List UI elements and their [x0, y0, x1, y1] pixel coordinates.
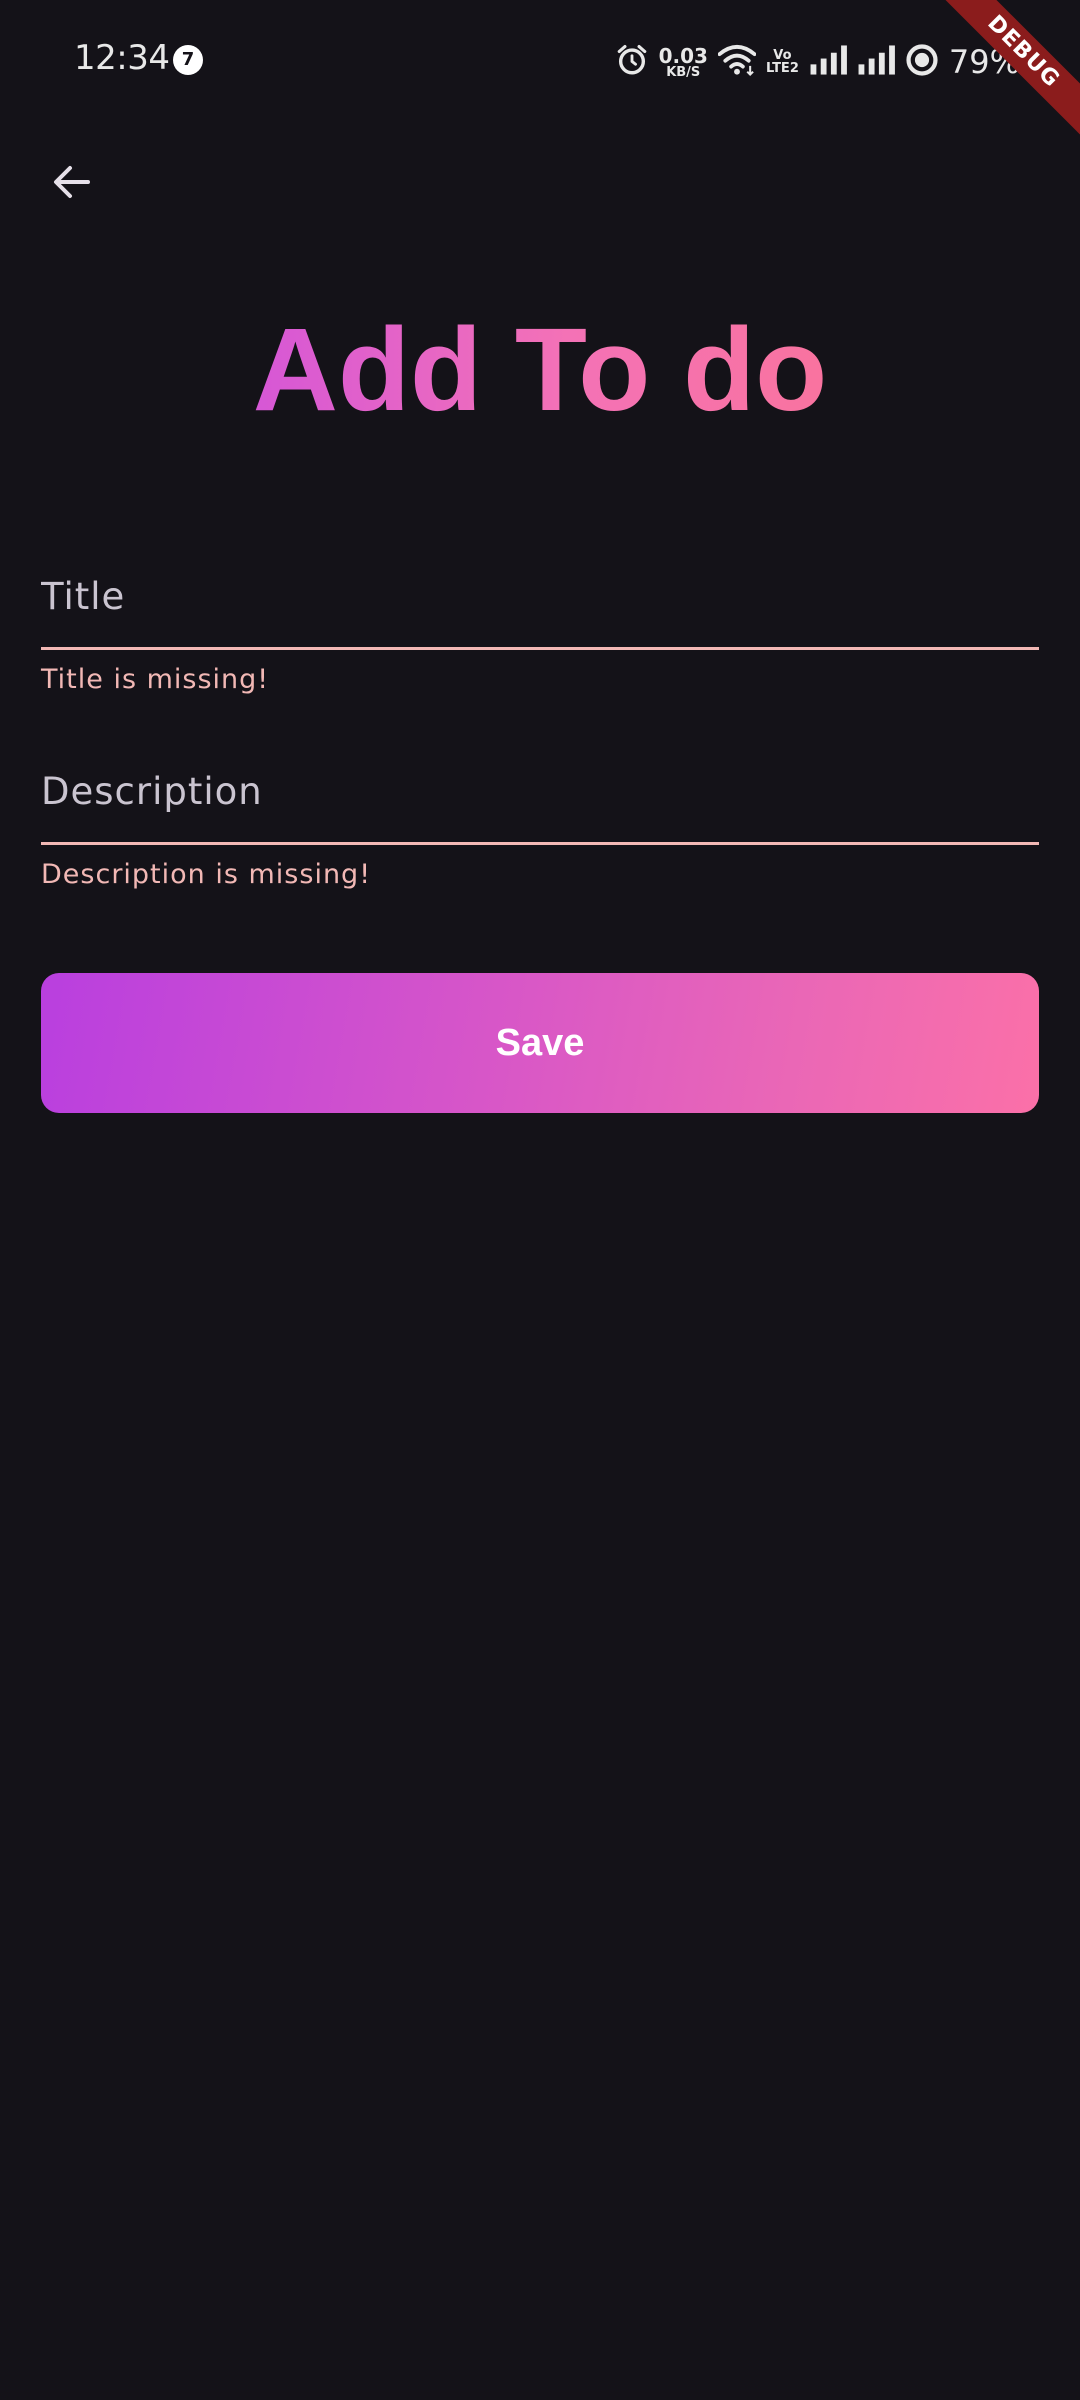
alarm-icon: [615, 43, 649, 82]
volte-bottom-text: LTE2: [765, 61, 799, 76]
description-field: Description is missing!: [41, 740, 1039, 890]
status-time: 12:34: [74, 38, 170, 78]
network-speed-unit: KB/S: [666, 64, 701, 80]
battery-icon: [905, 43, 939, 82]
wifi-icon: [717, 43, 757, 82]
page-title-text: Add To do: [252, 304, 828, 436]
description-error-text: Description is missing!: [41, 859, 372, 890]
status-icons: 0.03 KB/S Vo LTE2 79%: [615, 40, 1020, 84]
description-input[interactable]: [41, 740, 1039, 845]
notification-count-badge: 7: [173, 45, 203, 75]
page-title: Add To do: [0, 300, 1080, 440]
network-speed: 0.03 KB/S: [659, 46, 708, 79]
title-field: Title is missing!: [41, 545, 1039, 695]
signal-icon: [857, 44, 895, 81]
back-button[interactable]: [30, 140, 114, 224]
status-bar: 12:34 7 0.03 KB/S Vo LTE2 79%: [0, 0, 1080, 120]
save-button[interactable]: Save: [41, 973, 1039, 1113]
volte-icon: Vo LTE2: [766, 49, 799, 75]
signal-icon: [809, 44, 847, 81]
title-error-text: Title is missing!: [41, 664, 270, 695]
network-speed-value: 0.03: [658, 43, 708, 68]
arrow-left-icon: [54, 166, 90, 198]
battery-percent: 79%: [948, 43, 1020, 81]
title-input[interactable]: [41, 545, 1039, 650]
add-todo-screen: 12:34 7 0.03 KB/S Vo LTE2 79% DEBUG Add …: [0, 0, 1080, 2400]
